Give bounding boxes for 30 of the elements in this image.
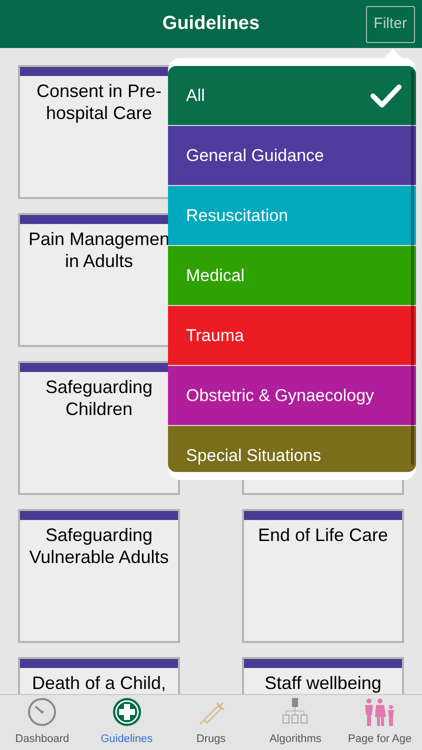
card-title: End of Life Care <box>256 524 390 546</box>
filter-button[interactable]: Filter <box>366 6 415 43</box>
tab-button[interactable]: Guidelines <box>84 695 169 750</box>
card-title: Safeguarding Children <box>44 376 154 420</box>
guideline-card[interactable]: Safeguarding Children <box>18 361 180 495</box>
flowchart-icon <box>280 696 310 726</box>
guideline-card[interactable]: Safeguarding Vulnerable Adults <box>18 509 180 643</box>
card-title: Safeguarding Vulnerable Adults <box>28 524 170 568</box>
card-title: Consent in Pre-hospital Care <box>35 80 163 124</box>
filter-option[interactable]: Medical <box>168 246 416 306</box>
tab-button[interactable]: Drugs <box>168 695 254 750</box>
tab-button[interactable]: Page for Age <box>338 695 422 750</box>
filter-option[interactable]: Special Situations <box>168 426 416 472</box>
page-title: Guidelines <box>162 12 260 36</box>
tab-button[interactable]: Dashboard <box>0 695 84 750</box>
filter-option[interactable]: All <box>168 66 416 126</box>
gauge-icon <box>27 696 58 726</box>
card-title: Death of a Child, <box>30 672 168 694</box>
family-icon <box>362 696 397 726</box>
card-title: Staff wellbeing <box>264 672 382 694</box>
card-title: Pain Managemen in Adults <box>27 228 171 272</box>
guideline-card[interactable]: Death of a Child, <box>18 657 180 694</box>
filter-option[interactable]: General Guidance <box>168 126 416 186</box>
filter-option[interactable]: Obstetric & Gynaecology <box>168 366 416 426</box>
medical-cross-icon <box>112 696 142 726</box>
guideline-card[interactable]: End of Life Care <box>242 509 404 643</box>
tab-button[interactable]: Algorithms <box>253 695 338 750</box>
filter-option[interactable]: Trauma <box>168 306 416 366</box>
guideline-card[interactable]: Staff wellbeing <box>242 657 404 694</box>
checkmark-icon <box>370 82 402 108</box>
